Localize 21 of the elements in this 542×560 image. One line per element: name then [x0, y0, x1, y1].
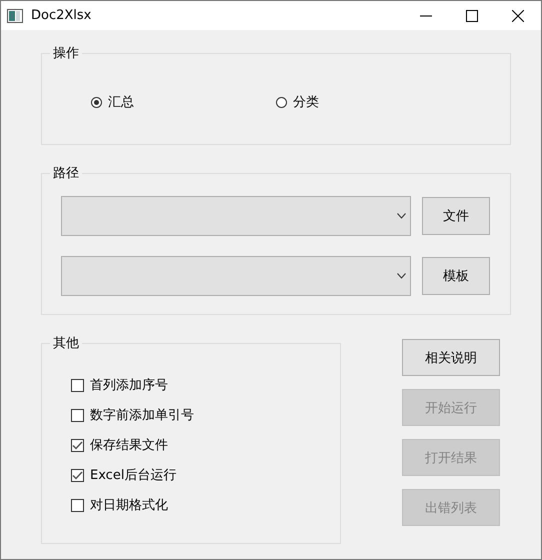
checkbox-option[interactable]: Excel后台运行: [71, 460, 340, 490]
radio-option[interactable]: 汇总: [91, 93, 276, 111]
check-icon: [72, 440, 83, 450]
chevron-down-icon: [397, 273, 406, 279]
chevron-down-icon: [397, 213, 406, 219]
group-title: 路径: [52, 165, 80, 182]
window-title: Doc2Xlsx: [31, 8, 92, 23]
group-title: 其他: [52, 335, 80, 352]
checkbox-option[interactable]: 对日期格式化: [71, 490, 340, 520]
checkbox-option[interactable]: 保存结果文件: [71, 430, 340, 460]
check-icon: [72, 470, 83, 480]
close-icon[interactable]: [512, 10, 524, 22]
browse-button[interactable]: 模板: [422, 257, 490, 295]
action-button[interactable]: 相关说明: [402, 339, 500, 376]
group-title: 操作: [52, 45, 80, 62]
app-icon: [7, 8, 23, 22]
browse-button[interactable]: 文件: [422, 197, 490, 235]
checkbox-option[interactable]: 首列添加序号: [71, 370, 340, 400]
radio-option[interactable]: 分类: [276, 93, 461, 111]
maximize-icon[interactable]: [466, 10, 478, 22]
checkbox-option[interactable]: 数字前添加单引号: [71, 400, 340, 430]
